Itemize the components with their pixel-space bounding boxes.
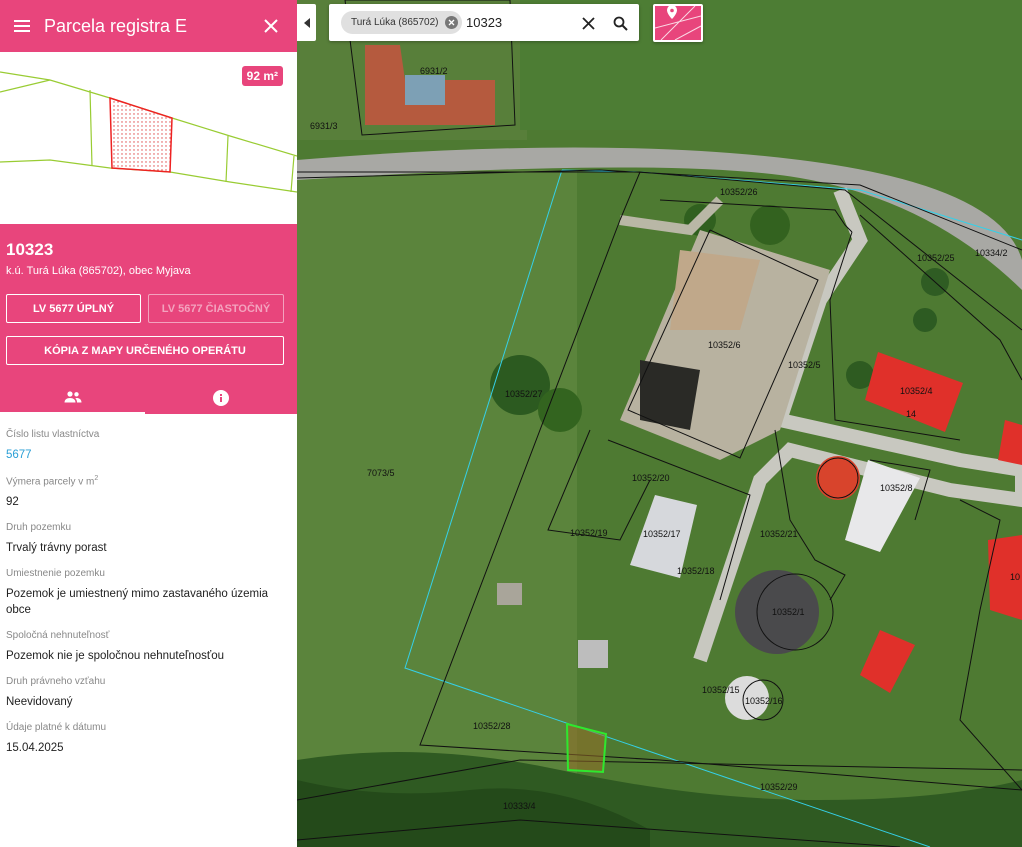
menu-button[interactable] <box>0 4 44 48</box>
field-label: Spoločná nehnuteľnosť <box>6 630 110 642</box>
map-label: 7073/5 <box>367 468 395 478</box>
search-input[interactable]: 10323 <box>466 15 502 30</box>
field-value: 15.04.2025 <box>6 742 64 755</box>
parcel-number: 10323 <box>6 240 54 259</box>
parcel-preview: 92 m² <box>0 52 297 224</box>
parcel-summary: 10323 k.ú. Turá Lúka (865702), obec Myja… <box>0 224 297 414</box>
search-bar[interactable]: Turá Lúka (865702) 10323 <box>329 4 639 41</box>
panel-header: Parcela registra E <box>0 0 297 52</box>
field-value: 92 <box>6 496 19 509</box>
map-copy-button[interactable]: KÓPIA Z MAPY URČENÉHO OPERÁTU <box>6 336 284 365</box>
tab-owners[interactable] <box>0 381 145 414</box>
map-label: 10352/5 <box>788 360 821 370</box>
lv-full-button[interactable]: LV 5677 ÚPLNÝ <box>6 294 141 323</box>
map-label: 14 <box>906 409 916 419</box>
search-button[interactable] <box>609 12 631 34</box>
map-label: 10352/28 <box>473 721 511 731</box>
field-area: Výmera parcely v m2 92 <box>6 475 291 510</box>
field-label: Druh pozemku <box>6 522 72 534</box>
chip-remove-button[interactable] <box>445 16 459 29</box>
clear-search-button[interactable] <box>577 12 599 34</box>
map-label: 10352/19 <box>570 528 608 538</box>
field-value: Neevidovaný <box>6 696 73 709</box>
map-label: 10352/15 <box>702 685 740 695</box>
people-icon <box>64 390 81 402</box>
map-label: 10352/8 <box>880 483 913 493</box>
map-label: 10333/4 <box>503 801 536 811</box>
map-label: 6931/2 <box>420 66 448 76</box>
map-label: 10352/6 <box>708 340 741 350</box>
field-legal-relation: Druh právneho vzťahu Neevidovaný <box>6 676 291 710</box>
menu-icon <box>14 20 30 32</box>
map-label: 10352/27 <box>505 389 543 399</box>
map-pin-icon <box>655 6 701 40</box>
map-label: 10352/25 <box>917 253 955 263</box>
field-lv-number: Číslo listu vlastníctva 5677 <box>6 429 291 463</box>
map-label: 6931/3 <box>310 121 338 131</box>
map-label: 10352/17 <box>643 529 681 539</box>
cadastral-area-chip[interactable]: Turá Lúka (865702) <box>341 11 463 34</box>
chip-label: Turá Lúka (865702) <box>351 17 439 28</box>
close-icon <box>264 19 278 33</box>
field-value: Pozemok nie je spoločnou nehnuteľnosťou <box>6 650 225 663</box>
field-label: Číslo listu vlastníctva <box>6 429 100 440</box>
chevron-left-icon <box>303 17 310 28</box>
collapse-panel-button[interactable] <box>297 4 316 41</box>
lv-partial-button[interactable]: LV 5677 ČIASTOČNÝ <box>148 294 284 323</box>
map-view[interactable]: 6931/2 6931/3 10352/26 10334/2 10352/25 … <box>297 0 1022 847</box>
field-placement: Umiestnenie pozemku Pozemok je umiestnen… <box>6 568 291 618</box>
field-valid-date: Údaje platné k dátumu 15.04.2025 <box>6 722 291 756</box>
info-icon <box>213 389 229 406</box>
field-label: Údaje platné k dátumu <box>6 722 107 734</box>
map-label: 10352/26 <box>720 187 758 197</box>
field-label: Výmera parcely v m2 <box>6 475 99 488</box>
map-label: 10334/2 <box>975 248 1008 258</box>
parcel-details: Číslo listu vlastníctva 5677 Výmera parc… <box>6 429 291 768</box>
area-badge: 92 m² <box>241 66 283 86</box>
parcel-location: k.ú. Turá Lúka (865702), obec Myjava <box>6 265 191 277</box>
search-icon <box>613 16 628 31</box>
field-value: Trvalý trávny porast <box>6 542 107 555</box>
aerial-map[interactable]: 6931/2 6931/3 10352/26 10334/2 10352/25 … <box>297 0 1022 847</box>
close-icon <box>449 19 455 26</box>
map-label: 10352/20 <box>632 473 670 483</box>
map-label: 10352/18 <box>677 566 715 576</box>
field-value: Pozemok je umiestnený mimo zastavaného ú… <box>6 588 269 617</box>
field-label: Druh právneho vzťahu <box>6 676 106 688</box>
map-label: 10352/1 <box>772 607 805 617</box>
map-label: 10352/29 <box>760 782 798 792</box>
field-land-type: Druh pozemku Trvalý trávny porast <box>6 522 291 556</box>
field-label: Umiestnenie pozemku <box>6 568 105 580</box>
map-label: 10352/4 <box>900 386 933 396</box>
close-icon <box>581 16 595 30</box>
map-layer-button[interactable] <box>653 4 703 42</box>
tab-info[interactable] <box>145 381 297 414</box>
map-label: 10352/21 <box>760 529 798 539</box>
parcel-panel: Parcela registra E 92 m² 10323 k.ú. Turá… <box>0 0 297 847</box>
map-label: 10352/16 <box>745 696 783 706</box>
panel-title: Parcela registra E <box>44 15 188 36</box>
map-label: 10 <box>1010 572 1020 582</box>
lv-number-link[interactable]: 5677 <box>6 447 291 463</box>
close-button[interactable] <box>249 4 293 48</box>
field-common-property: Spoločná nehnuteľnosť Pozemok nie je spo… <box>6 630 291 664</box>
